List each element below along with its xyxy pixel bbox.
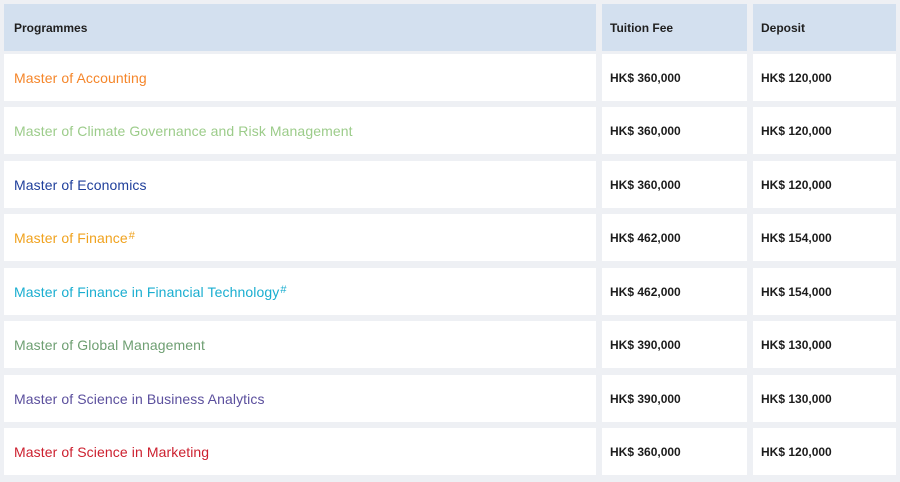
programme-name: Master of Science in Business Analytics [4,375,596,422]
table-row: Master of Finance in Financial Technolog… [4,268,896,315]
deposit-amount: HK$ 130,000 [753,321,896,368]
table-row: Master of Climate Governance and Risk Ma… [4,107,896,154]
programme-label: Master of Finance [14,229,128,246]
fee-table: Programmes Tuition Fee Deposit Master of… [0,0,900,482]
footnote-mark: # [128,229,135,242]
tuition-fee: HK$ 390,000 [602,321,747,368]
tuition-fee: HK$ 462,000 [602,268,747,315]
header-tuition-fee: Tuition Fee [602,4,747,51]
deposit-amount: HK$ 154,000 [753,214,896,261]
programme-name: Master of Economics [4,161,596,208]
deposit-amount: HK$ 120,000 [753,161,896,208]
table-row: Master of Science in Business Analytics … [4,375,896,422]
table-row: Master of Accounting HK$ 360,000 HK$ 120… [4,54,896,101]
tuition-fee: HK$ 462,000 [602,214,747,261]
header-programmes: Programmes [4,4,596,51]
table-row: Master of Science in Marketing HK$ 360,0… [4,428,896,475]
programme-label: Master of Accounting [14,69,147,86]
table-row: Master of Finance # HK$ 462,000 HK$ 154,0… [4,214,896,261]
programme-label: Master of Science in Business Analytics [14,390,265,407]
header-deposit: Deposit [753,4,896,51]
tuition-fee: HK$ 360,000 [602,428,747,475]
programme-label: Master of Climate Governance and Risk Ma… [14,122,353,139]
programme-name: Master of Science in Marketing [4,428,596,475]
programme-name: Master of Global Management [4,321,596,368]
programme-name: Master of Climate Governance and Risk Ma… [4,107,596,154]
programme-label: Master of Finance in Financial Technolog… [14,283,280,300]
programme-label: Master of Economics [14,176,147,193]
table-row: Master of Economics HK$ 360,000 HK$ 120,… [4,161,896,208]
programme-name: Master of Finance # [4,214,596,261]
deposit-amount: HK$ 130,000 [753,375,896,422]
deposit-amount: HK$ 120,000 [753,107,896,154]
tuition-fee: HK$ 390,000 [602,375,747,422]
tuition-fee: HK$ 360,000 [602,107,747,154]
programme-name: Master of Finance in Financial Technolog… [4,268,596,315]
programme-label: Master of Science in Marketing [14,443,210,460]
deposit-amount: HK$ 120,000 [753,428,896,475]
footnote-mark: # [280,283,287,296]
tuition-fee: HK$ 360,000 [602,161,747,208]
table-row: Master of Global Management HK$ 390,000 … [4,321,896,368]
programme-label: Master of Global Management [14,336,206,353]
tuition-fee: HK$ 360,000 [602,54,747,101]
programme-name: Master of Accounting [4,54,596,101]
deposit-amount: HK$ 120,000 [753,54,896,101]
deposit-amount: HK$ 154,000 [753,268,896,315]
table-header: Programmes Tuition Fee Deposit [4,4,896,51]
